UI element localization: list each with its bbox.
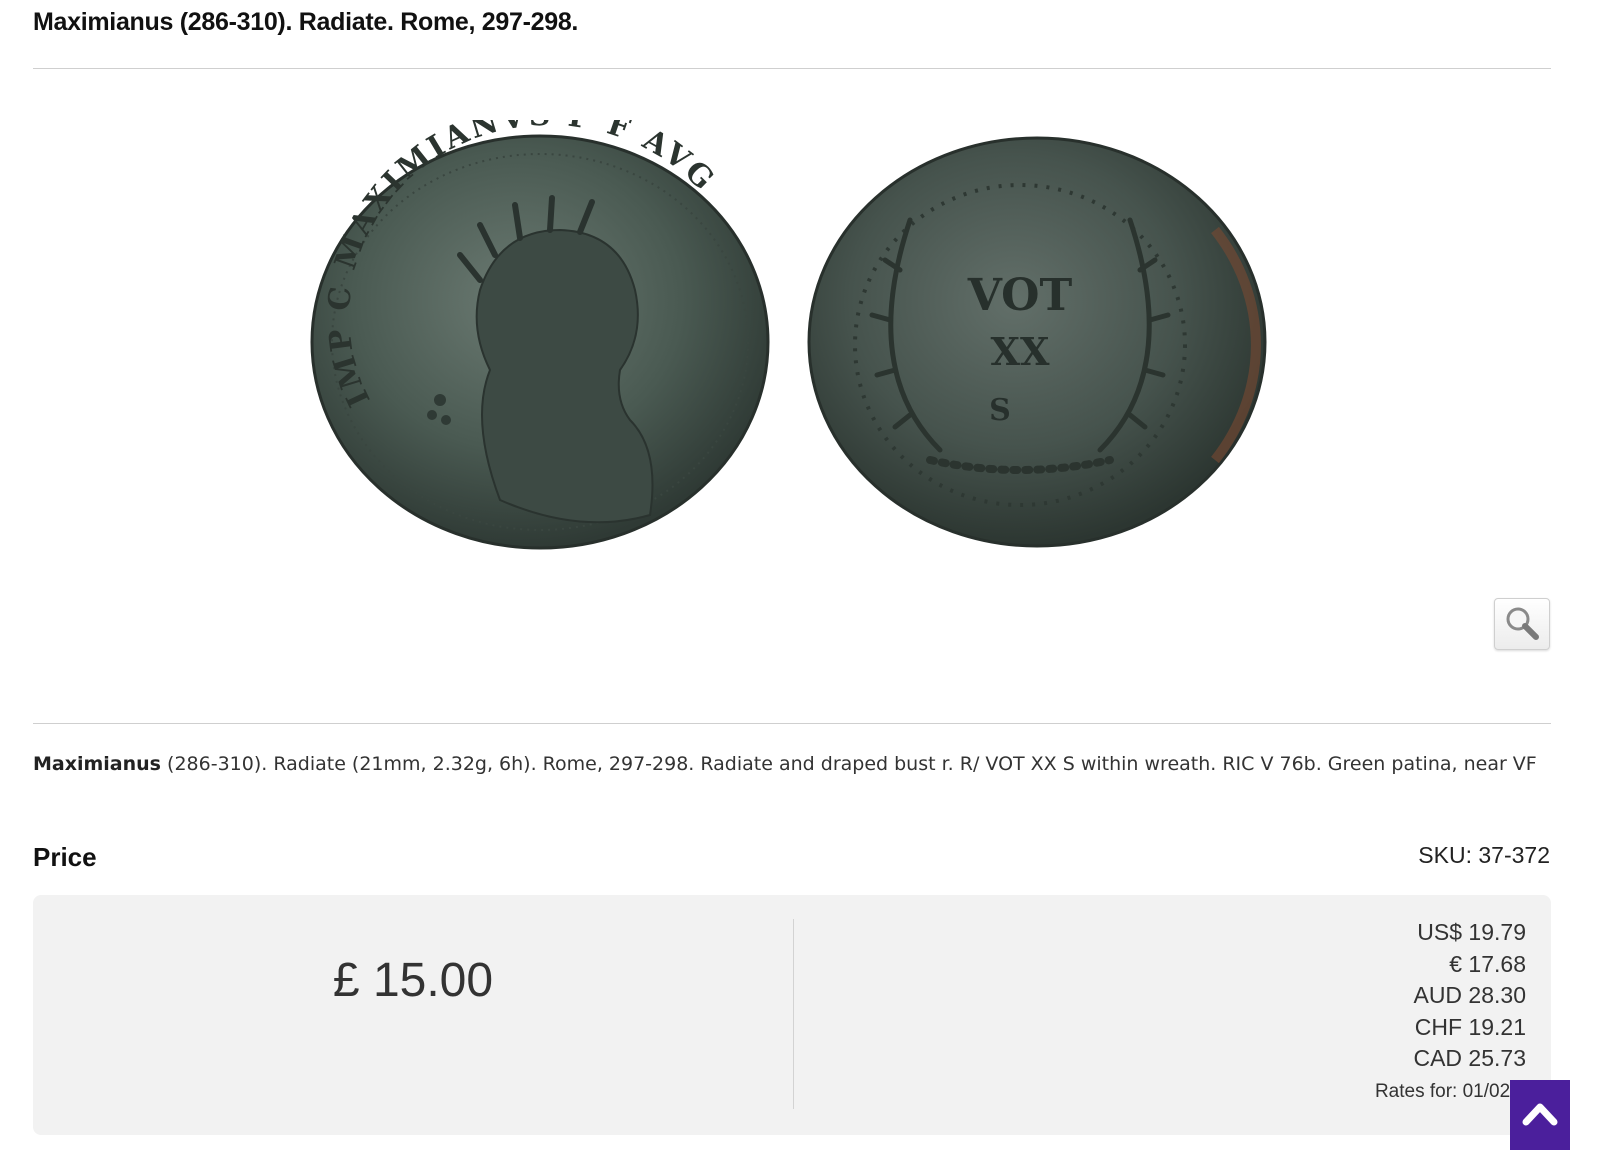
coin-reverse: VOT XX S (807, 136, 1267, 548)
main-price: £ 15.00 (332, 954, 494, 1007)
svg-text:XX: XX (991, 329, 1050, 374)
currency-conversions: US$ 19.79 € 17.68 AUD 28.30 CHF 19.21 CA… (1375, 917, 1526, 1103)
svg-text:VOT: VOT (967, 270, 1073, 321)
divider (33, 723, 1551, 724)
rate-chf: CHF 19.21 (1414, 1013, 1526, 1040)
sku-label: SKU: 37-372 (1418, 842, 1550, 868)
product-title: Maximianus (286-310). Radiate. Rome, 297… (33, 8, 579, 36)
coin-obverse: IMP C MAXIMIANVS P F AVG (310, 98, 770, 550)
rate-aud: AUD 28.30 (1413, 982, 1526, 1008)
rate-usd: US$ 19.79 (1417, 919, 1526, 945)
price-label: Price (33, 842, 97, 872)
product-description: Maximianus (286-310). Radiate (21mm, 2.3… (33, 748, 1553, 781)
magnifier-icon (1506, 607, 1539, 640)
divider (33, 68, 1551, 69)
rate-cad: CAD 25.73 (1413, 1045, 1526, 1071)
rate-eur: € 17.68 (1449, 950, 1526, 977)
price-panel: £ 15.00 US$ 19.79 € 17.68 AUD 28.30 CHF … (33, 895, 1551, 1135)
zoom-button[interactable] (1494, 598, 1550, 650)
back-to-top-button[interactable] (1510, 1080, 1570, 1150)
price-divider (793, 919, 794, 1109)
description-text: (286-310). Radiate (21mm, 2.32g, 6h). Ro… (161, 753, 1537, 775)
chevron-up-icon (1522, 1103, 1558, 1126)
svg-text:S: S (989, 393, 1011, 428)
rates-date: Rates for: 01/02/2 (1374, 1080, 1526, 1102)
coin-image[interactable]: IMP C MAXIMIANVS P F AVG VOT XX (300, 98, 1300, 570)
description-ruler-name: Maximianus (33, 753, 161, 775)
